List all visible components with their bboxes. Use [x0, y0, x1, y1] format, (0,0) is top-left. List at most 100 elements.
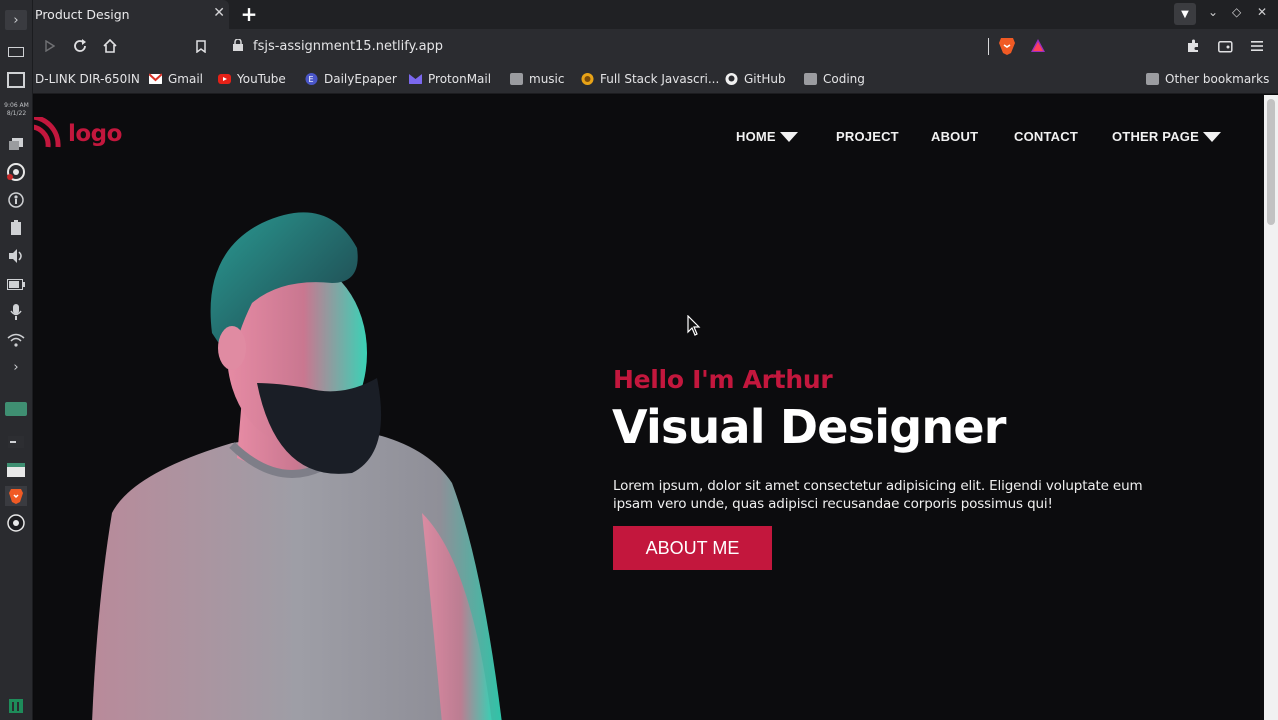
bookmark-label: Gmail [168, 72, 204, 86]
bookmark-label: YouTube [237, 72, 286, 86]
brave-shields-icon[interactable] [998, 37, 1016, 56]
youtube-icon [218, 74, 231, 84]
site-logo[interactable]: logo [34, 117, 122, 151]
nav-label: OTHER PAGE [1112, 129, 1199, 144]
system-taskbar: › 9:06 AM 8/1/22 › [0, 0, 33, 720]
extensions-icon[interactable] [1183, 36, 1203, 56]
logo-wave-icon [34, 117, 61, 148]
wifi-icon[interactable] [5, 330, 27, 350]
desktop-icon[interactable] [5, 70, 27, 90]
lock-icon[interactable] [233, 39, 243, 51]
home-icon[interactable] [100, 36, 120, 56]
bookmark-label: D-LINK DIR-650IN [35, 72, 140, 86]
clock-date: 8/1/22 [6, 110, 27, 117]
bookmark-github[interactable]: GitHub [725, 71, 786, 87]
bookmarks-bar: D-LINK DIR-650IN Gmail YouTube E DailyEp… [33, 64, 1278, 94]
tab-search-chevron-icon[interactable]: ▼ [1174, 3, 1196, 25]
app-thumbnail-icon[interactable] [5, 402, 27, 416]
chevron-right-icon[interactable]: › [5, 357, 27, 377]
website-viewport: logo HOME PROJECT ABOUT CONTACT OTHER PA… [34, 95, 1264, 720]
bookmark-label: GitHub [744, 72, 786, 86]
brave-taskbar-icon[interactable] [5, 486, 27, 506]
folder-icon [1146, 73, 1159, 85]
tab-close-icon[interactable]: ✕ [213, 5, 225, 21]
clock-time: 9:06 AM [4, 102, 29, 109]
address-bar[interactable]: fsjs-assignment15.netlify.app [219, 33, 989, 59]
bookmark-dailyepaper[interactable]: E DailyEpaper [305, 71, 397, 87]
bookmark-gmail[interactable]: Gmail [149, 71, 203, 87]
volume-icon[interactable] [5, 246, 27, 266]
terminal-icon[interactable] [5, 432, 27, 452]
battery-icon[interactable] [5, 274, 27, 294]
nav-contact[interactable]: CONTACT [1014, 129, 1078, 144]
caret-down-icon [1203, 131, 1221, 142]
maximize-icon[interactable]: ◇ [1232, 5, 1241, 19]
files-icon[interactable] [5, 134, 27, 154]
nav-about[interactable]: ABOUT [931, 129, 978, 144]
reload-icon[interactable] [70, 36, 90, 56]
tab-title: Product Design [35, 7, 130, 22]
url-text: fsjs-assignment15.netlify.app [253, 39, 444, 54]
bookmark-label: ProtonMail [428, 72, 492, 86]
dailyepaper-icon: E [305, 73, 318, 85]
caret-down-icon [779, 131, 798, 142]
brave-rewards-icon[interactable] [1030, 38, 1046, 54]
nav-project[interactable]: PROJECT [836, 129, 899, 144]
protonmail-icon [409, 74, 422, 84]
bookmark-label: Coding [823, 72, 865, 86]
forward-icon[interactable] [40, 36, 60, 56]
bookmark-label: Full Stack Javascri... [600, 72, 720, 86]
browser-tab[interactable]: Product Design ✕ [33, 0, 229, 29]
hero-portrait-image [92, 212, 502, 720]
folder-icon [804, 73, 817, 85]
wallet-icon[interactable] [1215, 36, 1235, 56]
close-window-icon[interactable]: ✕ [1257, 5, 1267, 19]
bookmark-folder-coding[interactable]: Coding [804, 71, 865, 87]
bookmark-dlink[interactable]: D-LINK DIR-650IN [35, 71, 140, 87]
nav-label: HOME [736, 129, 776, 144]
bookmark-icon[interactable] [191, 36, 211, 56]
fullstack-icon [581, 73, 594, 85]
folder-icon [510, 73, 523, 85]
hero-title: Visual Designer [612, 400, 1006, 454]
bookmark-youtube[interactable]: YouTube [218, 71, 286, 87]
bookmark-label: DailyEpaper [324, 72, 397, 86]
menu-icon[interactable] [1247, 36, 1267, 56]
page-scrollbar[interactable] [1264, 95, 1278, 720]
accessibility-icon[interactable] [5, 190, 27, 210]
scrollbar-thumb[interactable] [1267, 99, 1275, 225]
hero-description: Lorem ipsum, dolor sit amet consectetur … [613, 478, 1143, 512]
url-separator [988, 38, 989, 55]
nav-label: PROJECT [836, 129, 899, 144]
browser-toolbar: fsjs-assignment15.netlify.app [33, 29, 1278, 64]
github-icon [725, 73, 738, 85]
microphone-icon[interactable] [5, 302, 27, 322]
minimize-icon[interactable]: ⌄ [1208, 5, 1218, 19]
bookmark-fullstack[interactable]: Full Stack Javascri... [581, 71, 719, 87]
obs-taskbar-icon[interactable] [5, 513, 27, 533]
expand-panel-icon[interactable]: › [5, 10, 27, 30]
tab-strip: Product Design ✕ + ▼ ⌄ ◇ ✕ [33, 0, 1278, 29]
new-tab-button[interactable]: + [237, 2, 261, 26]
bookmark-other[interactable]: Other bookmarks [1146, 71, 1269, 87]
svg-text:E: E [309, 75, 314, 84]
clipboard-icon[interactable] [5, 218, 27, 238]
bookmark-folder-music[interactable]: music [510, 71, 564, 87]
bookmark-protonmail[interactable]: ProtonMail [409, 71, 491, 87]
nav-other-page[interactable]: OTHER PAGE [1112, 129, 1221, 144]
about-me-button[interactable]: ABOUT ME [613, 526, 772, 570]
mouse-cursor-icon [687, 315, 701, 336]
logo-text: logo [68, 121, 122, 147]
file-manager-icon[interactable] [5, 460, 27, 480]
bookmark-label: Other bookmarks [1165, 72, 1270, 86]
system-clock[interactable]: 9:06 AM 8/1/22 [0, 102, 33, 118]
bookmark-label: music [529, 72, 565, 86]
hero-greeting: Hello I'm Arthur [613, 365, 833, 394]
gmail-icon [149, 73, 162, 84]
nav-home[interactable]: HOME [736, 129, 798, 144]
workspace-icon[interactable] [5, 42, 27, 62]
nav-label: CONTACT [1014, 129, 1078, 144]
menu-logo-icon[interactable] [5, 696, 27, 716]
nav-label: ABOUT [931, 129, 979, 144]
obs-icon[interactable] [5, 162, 27, 182]
